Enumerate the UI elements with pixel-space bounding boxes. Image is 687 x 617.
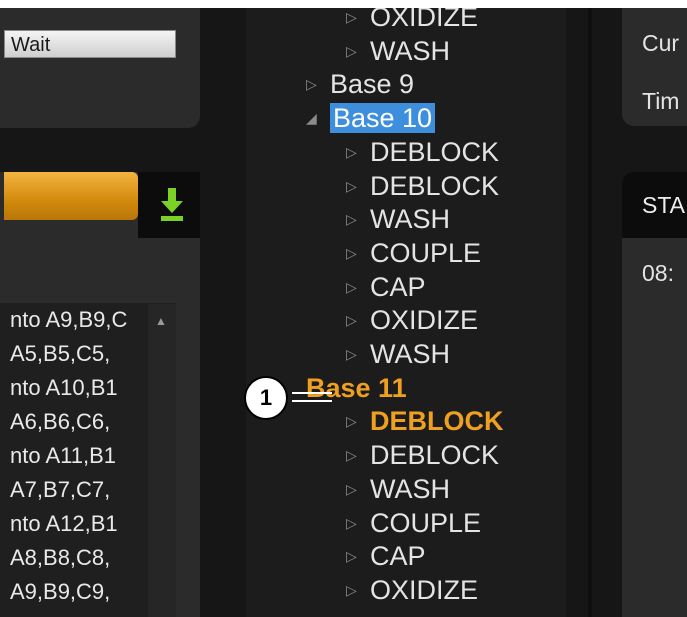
tree-node-label: WASH	[370, 36, 450, 66]
tree-node-step[interactable]: ▷ COUPLE	[346, 236, 481, 270]
tree-node-label: OXIDIZE	[370, 305, 479, 335]
tree-node-step[interactable]: ▷ WASH	[346, 472, 450, 506]
tree-node-label: DEBLOCK	[370, 406, 504, 436]
callout-leader-line	[292, 392, 332, 402]
expand-arrow-icon[interactable]: ▷	[346, 404, 370, 438]
expand-arrow-icon[interactable]: ▷	[346, 270, 370, 304]
tree-node-step[interactable]: ▷ CAP	[346, 539, 426, 573]
status-header-label: STA	[642, 192, 686, 218]
tree-node-label: CAP	[370, 272, 426, 302]
progress-bar	[4, 172, 138, 220]
app-window: Wait nto A9,B9,C A5,B5,C5, nto A10,B1 A6,B6…	[0, 8, 687, 617]
log-list-item[interactable]: nto A9,B9,C	[10, 303, 146, 337]
tree-node-step[interactable]: ▷ DEBLOCK	[346, 404, 504, 438]
expand-arrow-icon[interactable]: ▷	[346, 202, 370, 236]
tree-node-base[interactable]: ◢ Base 10	[306, 101, 436, 135]
log-list-item[interactable]: nto A10,B1	[10, 371, 146, 405]
expand-arrow-icon[interactable]: ▷	[346, 539, 370, 573]
wait-status-field: Wait	[4, 30, 176, 58]
expand-arrow-icon[interactable]: ▷	[306, 67, 330, 101]
tree-node-step[interactable]: ▷ COUPLE	[346, 506, 481, 540]
tree-node-step[interactable]: ▷ DEBLOCK	[346, 135, 499, 169]
expand-arrow-icon[interactable]: ▷	[346, 303, 370, 337]
expand-arrow-icon[interactable]: ▷	[346, 135, 370, 169]
tree-node-step[interactable]: ▷ CAP	[346, 270, 426, 304]
callout-marker: 1	[244, 376, 288, 420]
tree-node-label: CAP	[370, 541, 426, 571]
scroll-up-icon[interactable]: ▲	[155, 314, 167, 328]
status-panel	[0, 8, 200, 128]
tree-node-step[interactable]: ▷ OXIDIZE	[346, 573, 478, 607]
tree-node-step[interactable]: ▷ OXIDIZE	[346, 303, 478, 337]
expand-arrow-icon[interactable]: ▷	[346, 438, 370, 472]
log-list: nto A9,B9,C A5,B5,C5, nto A10,B1 A6,B6,C6, n…	[10, 303, 146, 617]
log-list-item[interactable]: A9,B9,C9,	[10, 575, 146, 609]
log-list-item[interactable]: nto A11,B1	[10, 439, 146, 473]
tree-node-step[interactable]: ▷ DEBLOCK	[346, 438, 499, 472]
expand-arrow-icon[interactable]: ▷	[346, 506, 370, 540]
log-list-item[interactable]: A5,B5,C5,	[10, 337, 146, 371]
tree-node-label: DEBLOCK	[370, 171, 500, 201]
expand-arrow-icon[interactable]: ▷	[346, 34, 370, 68]
status-log-panel	[622, 172, 687, 617]
tree-node-base[interactable]: ▷ Base 9	[306, 67, 414, 101]
log-list-item[interactable]: A6,B6,C6,	[10, 405, 146, 439]
current-label: Cur	[642, 30, 680, 56]
tree-node-step[interactable]: ▷ WASH	[346, 337, 450, 371]
tree-node-label: WASH	[370, 339, 450, 369]
tree-node-label: OXIDIZE	[370, 8, 479, 32]
tree-node-label: Base 9	[330, 69, 415, 99]
timestamp-value: 08:	[642, 260, 674, 286]
expanded-arrow-icon[interactable]: ◢	[306, 101, 330, 135]
tree-node-step[interactable]: ▷ WASH	[346, 202, 450, 236]
download-arrow-icon[interactable]	[160, 188, 184, 222]
log-list-item[interactable]: A10,B10,C	[10, 609, 146, 617]
tree-node-label: COUPLE	[370, 238, 482, 268]
time-label: Tim	[642, 88, 680, 114]
tree-node-label: Base 10	[330, 103, 436, 133]
expand-arrow-icon[interactable]: ▷	[346, 236, 370, 270]
expand-arrow-icon[interactable]: ▷	[346, 8, 370, 34]
expand-arrow-icon[interactable]: ▷	[346, 169, 370, 203]
log-list-item[interactable]: nto A12,B1	[10, 507, 146, 541]
expand-arrow-icon[interactable]: ▷	[346, 337, 370, 371]
log-list-item[interactable]: A8,B8,C8,	[10, 541, 146, 575]
tree-node-label: COUPLE	[370, 508, 482, 538]
synthesis-tree-panel: ▷ OXIDIZE ▷ WASH ▷ Base 9 ◢ Base 10 ▷ DEBLOCK ▷ DEB…	[246, 8, 566, 617]
expand-arrow-icon[interactable]: ▷	[346, 573, 370, 607]
tree-node-label: WASH	[370, 204, 450, 234]
tree-node-label: OXIDIZE	[370, 575, 479, 605]
tree-node-step[interactable]: ▷ OXIDIZE	[346, 8, 478, 34]
tree-node-step[interactable]: ▷ WASH	[346, 34, 450, 68]
log-scrollbar[interactable]	[148, 304, 176, 617]
log-list-item[interactable]: A7,B7,C7,	[10, 473, 146, 507]
tree-node-label: DEBLOCK	[370, 440, 500, 470]
tree-node-label: DEBLOCK	[370, 137, 500, 167]
tree-node-label: WASH	[370, 474, 450, 504]
tree-node-step[interactable]: ▷ DEBLOCK	[346, 169, 499, 203]
expand-arrow-icon[interactable]: ▷	[346, 472, 370, 506]
